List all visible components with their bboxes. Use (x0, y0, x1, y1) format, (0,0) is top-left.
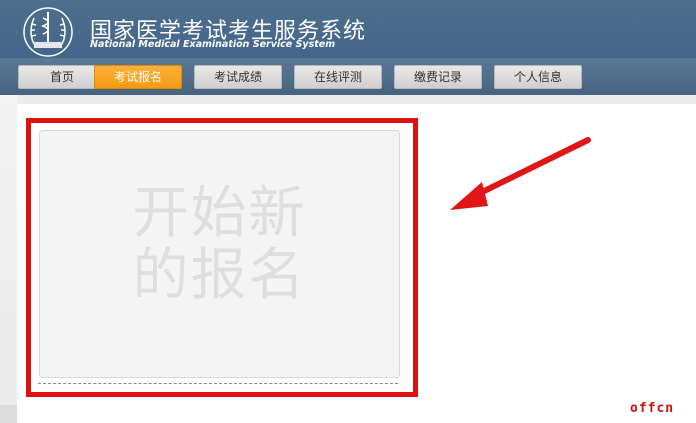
offcn-watermark: offcn (630, 401, 675, 416)
nav-exam-registration[interactable]: 考试报名 (94, 65, 182, 89)
nav-exam-scores[interactable]: 考试成绩 (194, 65, 282, 89)
main-nav: 首页 考试报名 考试成绩 在线评测 缴费记录 个人信息 (0, 58, 696, 95)
new-registration-card[interactable]: 开始新 的报名 (39, 130, 400, 378)
site-header: 国家医学考试考生服务系统 National Medical Examinatio… (0, 0, 696, 95)
new-registration-label: 开始新 的报名 (132, 181, 307, 308)
red-arrow-icon (450, 137, 591, 210)
nav-personal-info[interactable]: 个人信息 (494, 65, 582, 89)
nav-online-assessment[interactable]: 在线评测 (294, 65, 382, 89)
nav-home[interactable]: 首页 (18, 65, 106, 89)
left-strip (0, 95, 17, 423)
dashed-divider (38, 383, 398, 384)
nav-payment-records[interactable]: 缴费记录 (394, 65, 482, 89)
left-strip-bottom (0, 405, 17, 423)
medical-logo-icon (23, 7, 73, 57)
site-subtitle: National Medical Examination Service Sys… (90, 39, 336, 50)
